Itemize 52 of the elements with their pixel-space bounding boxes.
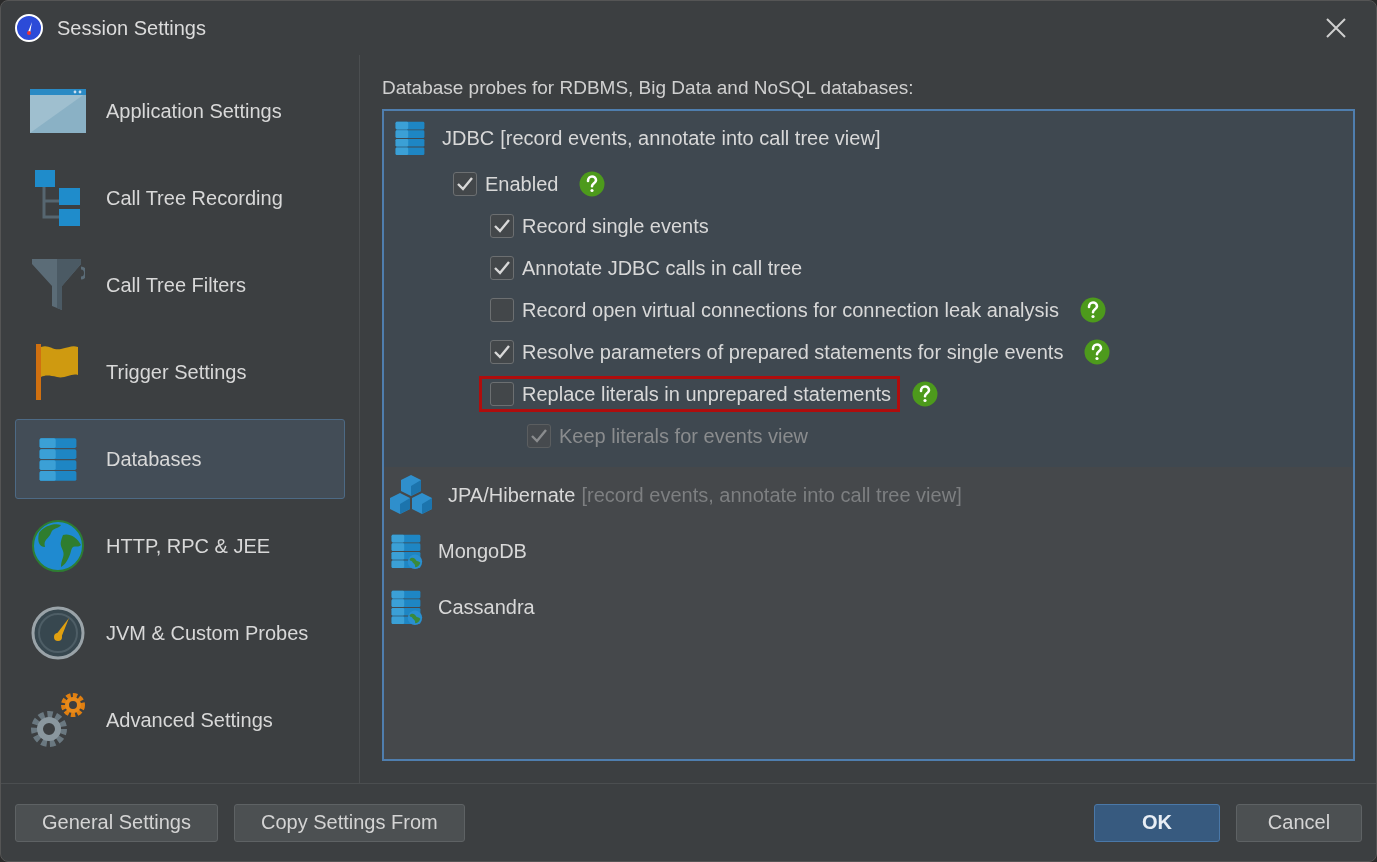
help-icon[interactable] [1084, 339, 1111, 365]
footer-button[interactable]: Copy Settings From [234, 803, 465, 842]
checkmark-icon [493, 218, 511, 234]
checkbox-label: Replace literals in unprepared statements [522, 382, 892, 406]
sidebar-item[interactable]: Application Settings [15, 71, 345, 151]
help-icon[interactable] [912, 381, 939, 407]
checkbox[interactable] [490, 382, 514, 406]
globe-icon [31, 519, 85, 573]
window-icon [29, 88, 87, 134]
probe-name[interactable]: JPA/Hibernate [448, 483, 576, 507]
probe-note: [record events, annotate into call tree view] [581, 483, 962, 507]
checkbox[interactable] [490, 256, 514, 280]
checkbox-label: Record single events [522, 214, 709, 238]
probe-name[interactable]: Cassandra [438, 595, 535, 619]
checkmark-icon [493, 344, 511, 360]
funnel-icon [31, 258, 85, 312]
checkbox-label: Enabled [485, 172, 559, 196]
tree-icon [34, 169, 82, 227]
checkbox-label: Resolve parameters of prepared statements for single events [522, 340, 1064, 364]
help-icon[interactable] [1080, 297, 1106, 323]
checkmark-icon [493, 260, 511, 276]
checkbox[interactable] [490, 214, 514, 238]
checkbox[interactable] [453, 172, 477, 196]
checkbox-label: Annotate JDBC calls in call tree [522, 256, 803, 280]
gears-icon [29, 691, 87, 749]
checkmark-icon [530, 428, 548, 444]
checkbox-label: Keep literals for events view [559, 424, 808, 448]
gauge-icon [31, 606, 85, 660]
sidebar-item[interactable]: Advanced Settings [15, 680, 345, 760]
checkmark-icon [456, 176, 474, 192]
sidebar-item[interactable]: Databases [15, 419, 345, 499]
close-button[interactable] [1324, 16, 1348, 40]
cancel-button[interactable]: Cancel [1236, 803, 1362, 842]
cubes-icon [388, 474, 434, 516]
sidebar-item[interactable]: JVM & Custom Probes [15, 593, 345, 673]
sidebar-item[interactable]: Call Tree Filters [15, 245, 345, 325]
probe-note: [record events, annotate into call tree view] [500, 126, 881, 150]
sidebar-item[interactable]: Call Tree Recording [15, 158, 345, 238]
section-heading: Database probes for RDBMS, Big Data and NoSQL databases: [382, 77, 915, 99]
probe-name[interactable]: MongoDB [438, 539, 527, 563]
probe-name[interactable]: JDBC [442, 126, 495, 150]
sidebar-item[interactable]: Trigger Settings [15, 332, 345, 412]
checkbox[interactable] [490, 340, 514, 364]
gauge-icon [15, 14, 43, 42]
flag-icon [35, 343, 81, 401]
ok-button[interactable]: OK [1094, 803, 1220, 842]
window-title: Session Settings [57, 16, 207, 40]
footer-button[interactable]: General Settings [15, 803, 218, 842]
help-icon[interactable] [579, 171, 606, 197]
sidebar-item[interactable]: HTTP, RPC & JEE [15, 506, 345, 586]
checkbox-label: Record open virtual connections for connection leak analysis [522, 298, 1059, 322]
checkbox[interactable] [490, 298, 514, 322]
